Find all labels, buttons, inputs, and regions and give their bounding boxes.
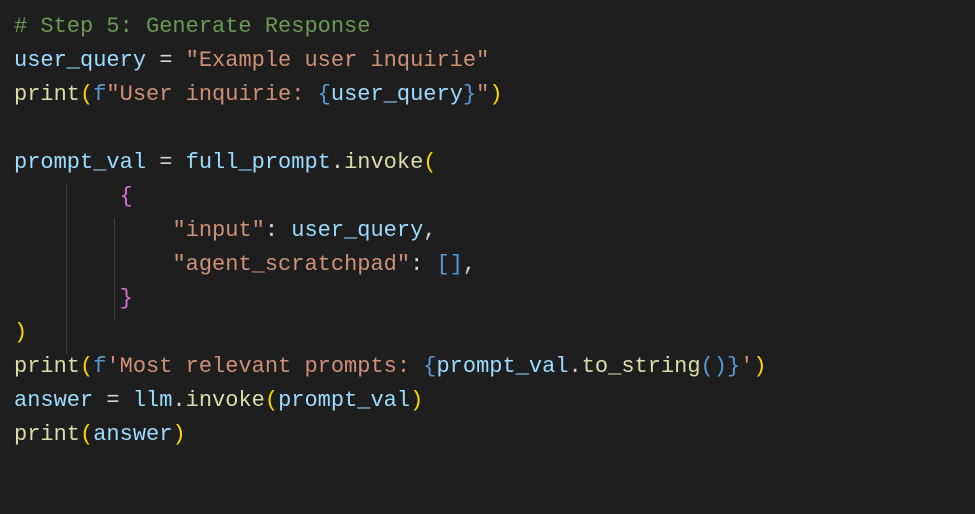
code-editor[interactable]: # Step 5: Generate Response user_query =… xyxy=(0,0,975,462)
variable: user_query xyxy=(331,82,463,107)
dot: . xyxy=(172,388,185,413)
comment: # Step 5: Generate Response xyxy=(14,14,370,39)
operator: = xyxy=(146,150,186,175)
builtin-func: print xyxy=(14,354,80,379)
builtin-func: print xyxy=(14,82,80,107)
paren-close: ) xyxy=(753,354,766,379)
fstring-brace: { xyxy=(423,354,436,379)
code-line: print(f'Most relevant prompts: {prompt_v… xyxy=(14,354,767,379)
operator: = xyxy=(93,388,133,413)
paren-close: ) xyxy=(172,422,185,447)
code-line: user_query = "Example user inquirie" xyxy=(14,48,489,73)
dict-key: "input" xyxy=(172,218,264,243)
code-line: print(answer) xyxy=(14,422,186,447)
paren-open: ( xyxy=(80,82,93,107)
indent xyxy=(14,218,172,243)
code-line: } xyxy=(14,286,133,311)
paren-open: ( xyxy=(265,388,278,413)
colon: : xyxy=(410,252,436,277)
variable: answer xyxy=(14,388,93,413)
code-line: "input": user_query, xyxy=(14,218,437,243)
string-quote: " xyxy=(476,82,489,107)
paren-open: ( xyxy=(80,354,93,379)
object: full_prompt xyxy=(186,150,331,175)
method: to_string xyxy=(582,354,701,379)
comma: , xyxy=(463,252,476,277)
paren-open: ( xyxy=(80,422,93,447)
paren-close: ) xyxy=(714,354,727,379)
paren-close: ) xyxy=(410,388,423,413)
string-literal: Most relevant prompts: xyxy=(120,354,424,379)
code-line: ) xyxy=(14,320,27,345)
fstring-prefix: f xyxy=(93,82,106,107)
method: invoke xyxy=(344,150,423,175)
builtin-func: print xyxy=(14,422,80,447)
string-literal: User inquirie: xyxy=(120,82,318,107)
comma: , xyxy=(423,218,436,243)
brace-close: } xyxy=(120,286,133,311)
object: prompt_val xyxy=(436,354,568,379)
fstring-prefix: f xyxy=(93,354,106,379)
variable: prompt_val xyxy=(14,150,146,175)
dict-key: "agent_scratchpad" xyxy=(172,252,410,277)
object: llm xyxy=(133,388,173,413)
string-quote: " xyxy=(106,82,119,107)
fstring-brace: } xyxy=(463,82,476,107)
code-line: { xyxy=(14,184,133,209)
string-quote: ' xyxy=(740,354,753,379)
code-line: prompt_val = full_prompt.invoke( xyxy=(14,150,437,175)
paren-close: ) xyxy=(489,82,502,107)
brace-open: { xyxy=(120,184,133,209)
string-quote: ' xyxy=(106,354,119,379)
paren-close: ) xyxy=(14,320,27,345)
colon: : xyxy=(265,218,291,243)
paren-open: ( xyxy=(423,150,436,175)
code-line: answer = llm.invoke(prompt_val) xyxy=(14,388,423,413)
method: invoke xyxy=(186,388,265,413)
fstring-brace: } xyxy=(727,354,740,379)
dot: . xyxy=(331,150,344,175)
bracket-open: [ xyxy=(436,252,449,277)
operator: = xyxy=(146,48,186,73)
paren-open: ( xyxy=(701,354,714,379)
code-line: "agent_scratchpad": [], xyxy=(14,252,476,277)
dot: . xyxy=(569,354,582,379)
argument: answer xyxy=(93,422,172,447)
argument: prompt_val xyxy=(278,388,410,413)
fstring-brace: { xyxy=(318,82,331,107)
indent xyxy=(14,252,172,277)
bracket-close: ] xyxy=(450,252,463,277)
variable: user_query xyxy=(14,48,146,73)
variable: user_query xyxy=(291,218,423,243)
code-line: # Step 5: Generate Response xyxy=(14,14,370,39)
code-line xyxy=(14,116,27,141)
code-line: print(f"User inquirie: {user_query}") xyxy=(14,82,503,107)
string-literal: "Example user inquirie" xyxy=(186,48,490,73)
